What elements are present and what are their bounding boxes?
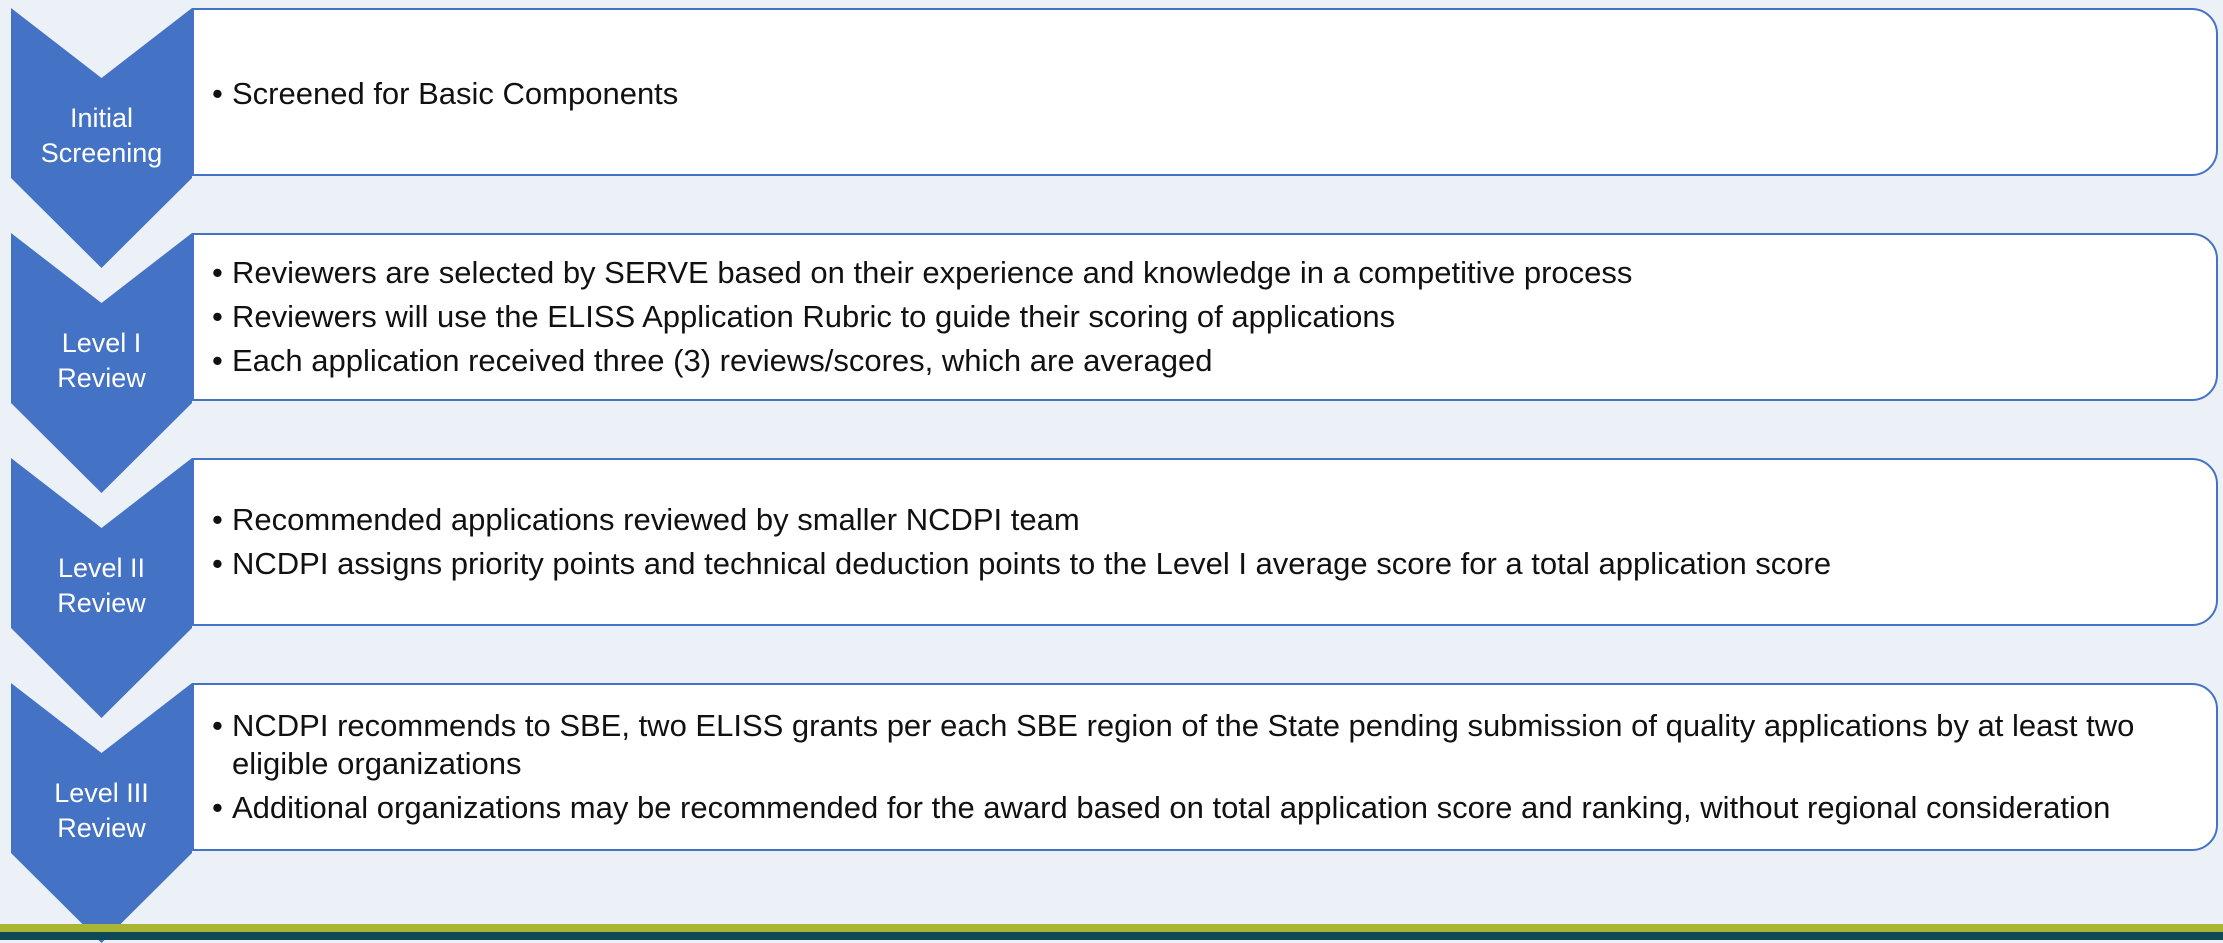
stage-label-initial-screening: Initial Screening — [11, 101, 192, 171]
stage-label-line1: Level I — [61, 328, 142, 358]
footer-accent-stripe — [0, 924, 2223, 932]
stage-label-line2: Review — [57, 813, 146, 843]
stage-box-level-3-review: NCDPI recommends to SBE, two ELISS grant… — [192, 683, 2218, 851]
stage-box-level-2-review: Recommended applications reviewed by sma… — [192, 458, 2218, 626]
bullet-item: Screened for Basic Components — [212, 75, 2196, 113]
bullet-item: Reviewers will use the ELISS Application… — [212, 298, 2196, 336]
stage-label-line2: Screening — [40, 138, 163, 168]
stage-label-line1: Initial — [69, 103, 134, 133]
bullet-item: Recommended applications reviewed by sma… — [212, 501, 2196, 539]
stage-label-level-3-review: Level III Review — [11, 776, 192, 846]
stage-box-level-1-review: Reviewers are selected by SERVE based on… — [192, 233, 2218, 401]
stage-label-line2: Review — [57, 588, 146, 618]
stage-label-level-1-review: Level I Review — [11, 326, 192, 396]
stage-box-initial-screening: Screened for Basic Components — [192, 8, 2218, 176]
bullet-item: Additional organizations may be recommen… — [212, 789, 2196, 827]
stage-label-line1: Level II — [57, 553, 146, 583]
footer-bar — [0, 932, 2223, 940]
stage-label-line1: Level III — [54, 778, 149, 808]
bullet-item: NCDPI recommends to SBE, two ELISS grant… — [212, 707, 2196, 783]
bullet-item: NCDPI assigns priority points and techni… — [212, 545, 2196, 583]
bullet-item: Reviewers are selected by SERVE based on… — [212, 254, 2196, 292]
stage-label-level-2-review: Level II Review — [11, 551, 192, 621]
bullet-item: Each application received three (3) revi… — [212, 342, 2196, 380]
stage-label-line2: Review — [57, 363, 146, 393]
